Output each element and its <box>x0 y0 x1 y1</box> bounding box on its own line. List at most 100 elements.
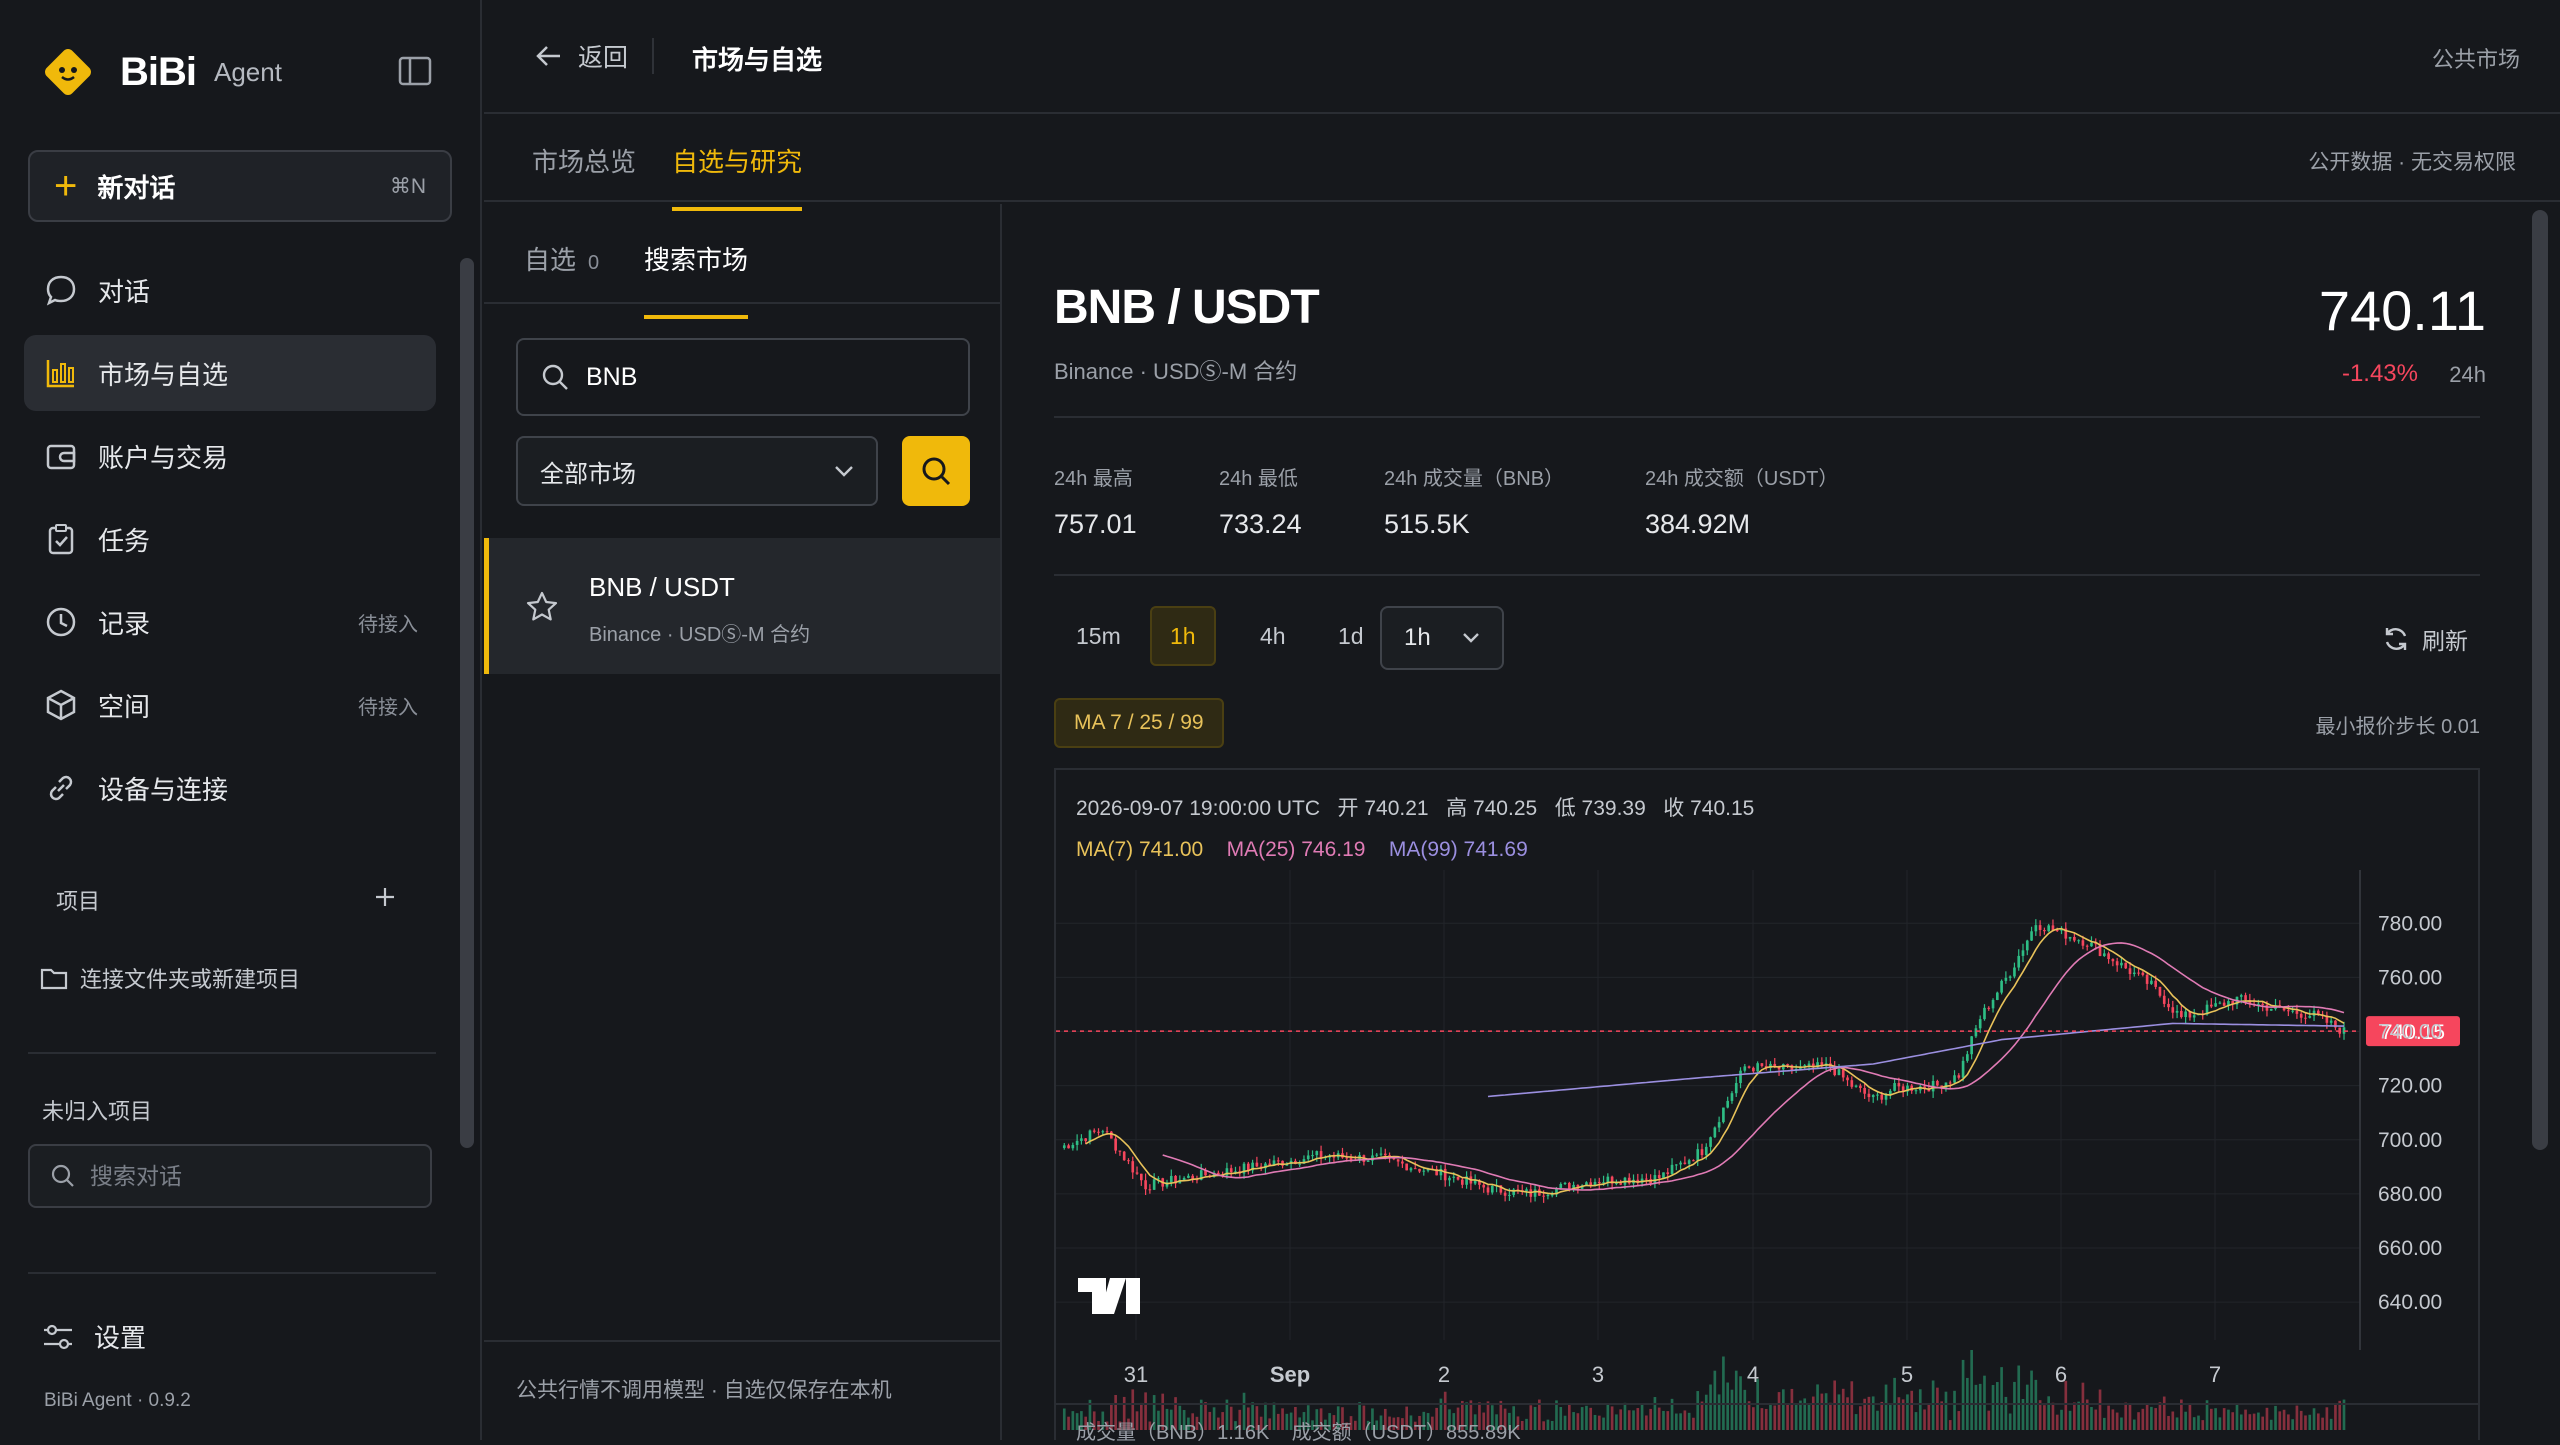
connect-folder-label: 连接文件夹或新建项目 <box>80 967 301 992</box>
candle-body <box>1730 1093 1734 1101</box>
nav-item-devices[interactable]: 设备与连接 <box>24 750 436 826</box>
candle-body <box>2180 1010 2183 1018</box>
nav-item-account[interactable]: 账户与交易 <box>24 418 436 494</box>
candle-body <box>1987 1007 1991 1009</box>
app-version: BiBi Agent · 0.9.2 <box>44 1390 191 1411</box>
market-filter-select[interactable]: 全部市场 <box>516 436 878 506</box>
star-icon[interactable] <box>525 590 559 624</box>
candle-body <box>2132 972 2136 975</box>
subtab-label: 自选 <box>524 245 577 275</box>
tab-watchlist-research[interactable]: 自选与研究 <box>672 142 803 211</box>
brand[interactable]: BiBi Agent <box>40 44 282 100</box>
result-symbol: BNB / USDT <box>589 572 735 602</box>
x-tick-label: Sep <box>1270 1362 1310 1387</box>
candle-body <box>1255 1162 1259 1167</box>
candle-body <box>1067 1145 1070 1149</box>
unassigned-title: 未归入项目 <box>42 1099 153 1124</box>
chat-bubble-icon <box>46 275 76 306</box>
candle-body <box>1995 992 1999 1000</box>
candle-body <box>1075 1140 1079 1145</box>
interval-1d[interactable]: 1d <box>1320 606 1382 666</box>
conversation-search[interactable] <box>28 1144 432 1208</box>
market-scope-label: 公共市场 <box>2431 47 2520 72</box>
candle-body <box>1482 1184 1486 1188</box>
nav-item-space[interactable]: 空间 待接入 <box>24 667 436 743</box>
sidebar-scrollbar[interactable] <box>460 258 474 1148</box>
main-scrollbar[interactable] <box>2532 210 2548 1150</box>
candle-body <box>2150 980 2153 984</box>
page-title: 市场与自选 <box>692 45 823 75</box>
volume-bar <box>2107 1405 2110 1430</box>
plus-icon: + <box>54 164 78 208</box>
market-search-panel: 自选 0 搜索市场 全部市场 BNB / USDT Binance · USDⓈ-… <box>484 204 1002 1440</box>
settings-button[interactable]: 设置 <box>42 1318 146 1355</box>
volume-bar <box>2171 1411 2175 1430</box>
interval-15m[interactable]: 15m <box>1058 606 1139 666</box>
volume-bar <box>1563 1415 1567 1430</box>
candle-body <box>2218 1002 2222 1004</box>
candle-body <box>1097 1131 1100 1133</box>
volume-bar <box>1520 1420 1524 1430</box>
nav-item-tasks[interactable]: 任务 <box>24 501 436 577</box>
volume-bar <box>1786 1404 1789 1430</box>
price-chart[interactable]: 2026-09-07 19:00:00 UTC 开 740.21 高 740.2… <box>1054 768 2480 1444</box>
volume-bar <box>2316 1413 2320 1430</box>
collapse-sidebar-icon[interactable] <box>398 56 432 86</box>
y-tick-label: 660.00 <box>2378 1237 2442 1260</box>
candle-body <box>1546 1194 1550 1197</box>
refresh-button[interactable]: 刷新 <box>2382 622 2468 656</box>
nav-item-market[interactable]: 市场与自选 <box>24 335 436 411</box>
volume-bar <box>1987 1410 1991 1430</box>
volume-bar <box>2013 1381 2016 1430</box>
nav-item-records[interactable]: 记录 待接入 <box>24 584 436 660</box>
volume-bar <box>2274 1405 2277 1430</box>
stat-24h-low: 24h 最低 733.24 <box>1219 462 1302 540</box>
volume-bar <box>1760 1408 1764 1430</box>
volume-bar <box>2265 1407 2269 1430</box>
new-chat-button[interactable]: + 新对话 ⌘N <box>28 150 452 222</box>
candle-body <box>1619 1183 1623 1185</box>
back-button[interactable]: 返回 <box>534 38 628 74</box>
divider <box>1054 574 2480 576</box>
volume-bar <box>1580 1407 1584 1430</box>
volume-bar <box>2141 1408 2145 1430</box>
volume-bar <box>1940 1401 1944 1430</box>
volume-bar <box>2201 1420 2205 1430</box>
volume-bar <box>1593 1414 1597 1430</box>
interval-select[interactable]: 1h <box>1380 606 1504 670</box>
data-permission-note: 公开数据 · 无交易权限 <box>2308 151 2516 174</box>
chart-canvas[interactable]: 740.15780.00760.00740.00720.00700.00680.… <box>1056 770 2478 1442</box>
interval-select-value: 1h <box>1404 624 1431 651</box>
tab-market-overview[interactable]: 市场总览 <box>532 142 636 207</box>
ma-indicator-badge[interactable]: MA 7 / 25 / 99 <box>1054 698 1224 748</box>
add-project-icon[interactable] <box>374 886 396 908</box>
nav-item-chat[interactable]: 对话 <box>24 252 436 328</box>
candle-body <box>1110 1131 1113 1139</box>
volume-bar <box>1606 1404 1610 1430</box>
candle-body <box>1897 1083 1901 1087</box>
volume-bar <box>2017 1365 2021 1430</box>
volume-bar <box>2111 1409 2115 1430</box>
volume-bar <box>2098 1389 2102 1430</box>
volume-bar <box>1623 1402 1627 1430</box>
stat-24h-volume: 24h 成交量（BNB） 515.5K <box>1384 462 1564 540</box>
volume-bar <box>1679 1413 1682 1430</box>
volume-bar <box>1687 1412 1691 1430</box>
interval-1h[interactable]: 1h <box>1150 606 1216 666</box>
volume-bar <box>1970 1350 1973 1430</box>
search-submit-button[interactable] <box>902 436 970 506</box>
subtab-search-market[interactable]: 搜索市场 <box>644 240 749 319</box>
symbol-search[interactable] <box>516 338 970 416</box>
nav-label: 账户与交易 <box>98 442 229 473</box>
volume-bar <box>2321 1417 2324 1430</box>
symbol-search-input[interactable] <box>586 362 946 392</box>
interval-4h[interactable]: 4h <box>1242 606 1304 666</box>
volume-bar <box>2047 1396 2051 1430</box>
connect-folder-link[interactable]: 连接文件夹或新建项目 <box>40 962 300 994</box>
conversation-search-input[interactable] <box>90 1162 410 1190</box>
volume-bar <box>2137 1412 2140 1430</box>
sliders-icon <box>44 1324 72 1349</box>
candle-body <box>2269 1008 2273 1011</box>
search-result-item[interactable]: BNB / USDT Binance · USDⓈ-M 合约 <box>484 538 1000 674</box>
nav-label: 设备与连接 <box>98 774 229 805</box>
